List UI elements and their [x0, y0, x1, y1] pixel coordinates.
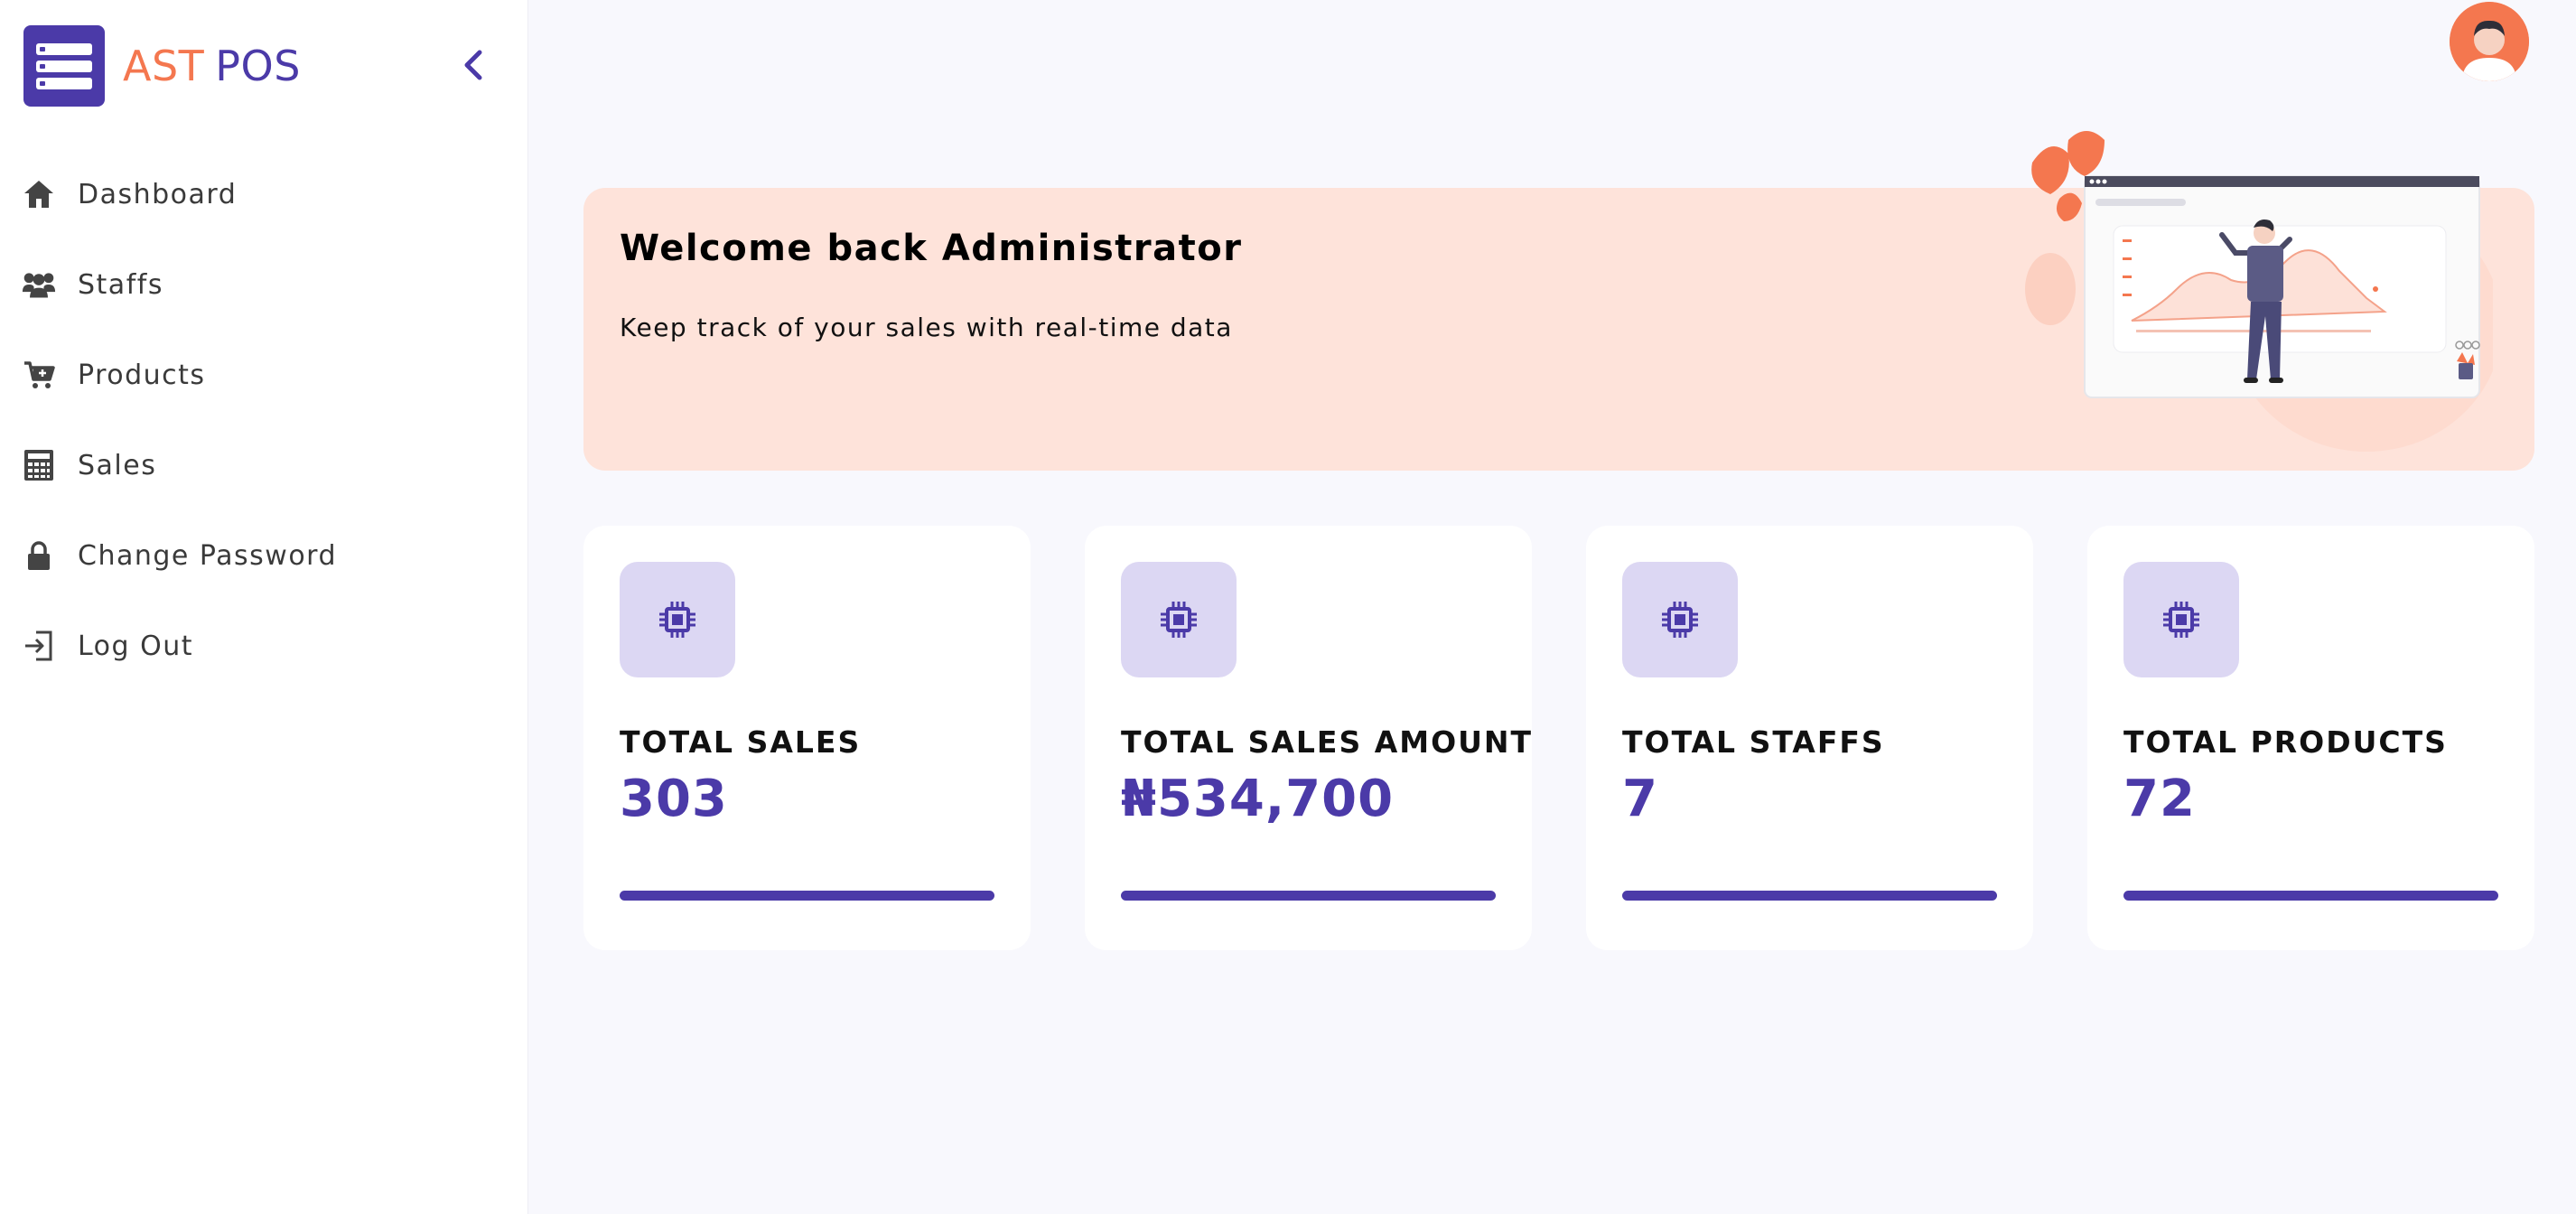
stat-value: 7 [1622, 770, 1658, 828]
sidebar-item-label: Log Out [78, 630, 194, 662]
brand-name-part2: POS [215, 42, 301, 90]
sidebar-item-log-out[interactable]: Log Out [22, 601, 509, 691]
stat-card-total-sales: TOTAL SALES 303 [583, 526, 1031, 950]
sidebar-item-products[interactable]: Products [22, 330, 509, 420]
stat-progress-bar [1622, 891, 1997, 901]
sidebar-item-label: Change Password [78, 539, 338, 572]
sidebar-item-label: Sales [78, 449, 157, 481]
sidebar-item-label: Products [78, 359, 206, 391]
home-icon [22, 177, 56, 211]
sidebar-item-label: Dashboard [78, 178, 238, 210]
stat-progress-fill [1622, 891, 1997, 901]
stat-card-total-products: TOTAL PRODUCTS 72 [2087, 526, 2534, 950]
stat-progress-fill [2123, 891, 2498, 901]
sidebar-item-staffs[interactable]: Staffs [22, 239, 509, 330]
logout-icon [22, 629, 56, 663]
stat-value: 72 [2123, 770, 2196, 828]
menu-list-icon [23, 25, 105, 107]
stat-value: 303 [620, 770, 728, 828]
stat-progress-fill [1121, 891, 1496, 901]
brand[interactable]: AST POS [23, 25, 301, 107]
stat-card-total-sales-amount: TOTAL SALES AMOUNT ₦534,700 [1085, 526, 1532, 950]
avatar-illustration [2450, 2, 2529, 81]
users-icon [22, 267, 56, 302]
welcome-subtitle: Keep track of your sales with real-time … [620, 313, 1233, 342]
stat-label: TOTAL STAFFS [1622, 724, 1885, 760]
sidebar: AST POS Dashboard Staffs Products Sales … [0, 0, 528, 1214]
welcome-title: Welcome back Administrator [620, 228, 1243, 269]
stat-progress-bar [620, 891, 994, 901]
calculator-icon [22, 448, 56, 482]
sidebar-item-sales[interactable]: Sales [22, 420, 509, 510]
chevron-left-icon [464, 50, 482, 80]
user-avatar[interactable] [2450, 2, 2529, 81]
brand-name: AST POS [123, 42, 301, 90]
chip-icon [2123, 562, 2239, 677]
brand-name-part1: AST [123, 42, 205, 90]
stat-progress-fill [620, 891, 994, 901]
chip-icon [1622, 562, 1738, 677]
stat-value: ₦534,700 [1121, 770, 1395, 828]
stat-label: TOTAL SALES [620, 724, 862, 760]
sidebar-item-label: Staffs [78, 268, 163, 301]
analytics-illustration [2025, 131, 2493, 452]
sidebar-nav: Dashboard Staffs Products Sales Change P… [22, 149, 509, 691]
lock-icon [22, 538, 56, 573]
stat-progress-bar [1121, 891, 1496, 901]
cart-icon [22, 358, 56, 392]
collapse-sidebar-button[interactable] [456, 45, 492, 85]
stat-card-total-staffs: TOTAL STAFFS 7 [1586, 526, 2033, 950]
stat-label: TOTAL SALES AMOUNT [1121, 724, 1534, 760]
sidebar-item-dashboard[interactable]: Dashboard [22, 149, 509, 239]
stat-label: TOTAL PRODUCTS [2123, 724, 2448, 760]
sidebar-item-change-password[interactable]: Change Password [22, 510, 509, 601]
stat-progress-bar [2123, 891, 2498, 901]
chip-icon [620, 562, 735, 677]
chip-icon [1121, 562, 1237, 677]
